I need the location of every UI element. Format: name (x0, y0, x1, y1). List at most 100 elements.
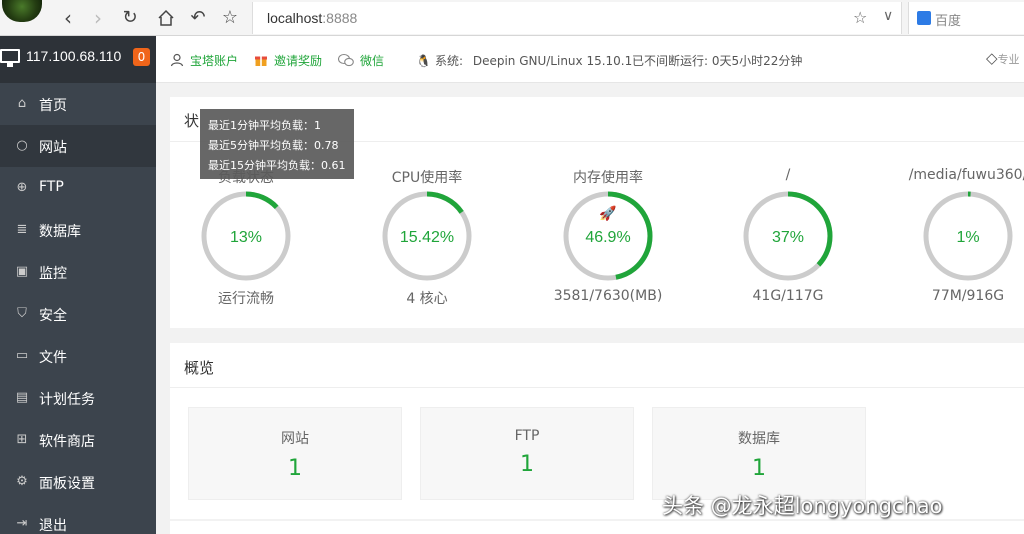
gauge-title: CPU使用率 (391, 170, 463, 186)
gauge-value: 15.42% (400, 229, 454, 246)
forward-icon[interactable]: › (86, 6, 110, 30)
overview-title: 概览 (184, 359, 215, 377)
sidebar-item-monitor[interactable]: ▣ 监控 (0, 251, 156, 293)
sidebar-item-label: 数据库 (39, 224, 81, 240)
logout-icon: ⇥ (16, 516, 28, 531)
gauge-value: 13% (230, 229, 262, 246)
back-icon[interactable]: ‹ (56, 6, 80, 30)
sidebar-item-label: 安全 (39, 308, 67, 324)
apps-icon: ⊞ (16, 432, 28, 447)
ftp-icon: ⊕ (16, 180, 28, 195)
sidebar-item-database[interactable]: ≣ 数据库 (0, 209, 156, 251)
bookmark-star-icon[interactable]: ☆ (218, 6, 242, 30)
sidebar-item-cron[interactable]: ▤ 计划任务 (0, 377, 156, 419)
gauge-value: 46.9% (585, 229, 630, 246)
gauge-title: / (785, 167, 791, 183)
gauge-footer: 4 核心 (406, 291, 448, 307)
gauge-title: /media/fuwu360/ (908, 167, 1024, 183)
watermark: 头条 @龙永超longyongchao (662, 494, 943, 518)
gauge-ring: 13% (201, 191, 291, 281)
wechat-link[interactable]: 微信 (338, 52, 384, 69)
reload-icon[interactable]: ↻ (118, 6, 142, 30)
linux-icon: 🐧 (416, 54, 431, 68)
overview-header: 概览 (170, 343, 1024, 388)
gear-icon: ⚙ (16, 474, 28, 489)
database-icon: ≣ (16, 222, 28, 237)
overview-label: 网站 (281, 431, 309, 447)
overview-count: 1 (520, 452, 534, 477)
search-engine-label: 百度 (935, 14, 962, 29)
chevron-down-icon[interactable]: ∨ (883, 8, 893, 24)
sidebar-item-label: 网站 (39, 140, 67, 156)
sidebar-item-store[interactable]: ⊞ 软件商店 (0, 419, 156, 461)
address-bar[interactable]: localhost:8888 ☆ ∨ (252, 2, 902, 34)
star-icon[interactable]: ☆ (853, 8, 867, 27)
gauge-value: 37% (772, 229, 804, 246)
sidebar-item-label: 计划任务 (39, 392, 95, 408)
overview-count: 1 (288, 456, 302, 481)
gauge-ring: 🚀 46.9% (563, 191, 653, 281)
pro-link[interactable]: ◇专业 (986, 49, 1020, 67)
home-icon: ⌂ (17, 96, 27, 111)
server-ip: 117.100.68.110 (26, 48, 122, 64)
sidebar-item-home[interactable]: ⌂ 首页 (0, 83, 156, 125)
system-info: 🐧 系统: Deepin GNU/Linux 15.10.1 (416, 52, 632, 69)
uptime: 已不间断运行: 0天5小时22分钟 (632, 54, 803, 68)
gauge-footer: 3581/7630(MB) (553, 288, 663, 304)
account-label: 宝塔账户 (190, 54, 239, 68)
load-tooltip: 最近1分钟平均负载：1 最近5分钟平均负载：0.78 最近15分钟平均负载：0.… (200, 109, 354, 179)
folder-icon: ▭ (15, 348, 29, 363)
url-port: :8888 (322, 10, 358, 26)
gauge-ring: 37% (743, 191, 833, 281)
account-link[interactable]: 宝塔账户 (170, 52, 238, 69)
gauge-value: 1% (956, 229, 979, 246)
sidebar-item-ftp[interactable]: ⊕ FTP (0, 167, 156, 209)
overview-count: 1 (752, 456, 766, 481)
invite-label: 邀请奖励 (274, 54, 323, 68)
home-icon[interactable] (154, 6, 178, 30)
sidebar-item-website[interactable]: ○ 网站 (0, 125, 156, 167)
sidebar-item-label: 面板设置 (39, 476, 95, 492)
overview-ftp[interactable]: FTP 1 (420, 407, 634, 500)
sidebar-item-settings[interactable]: ⚙ 面板设置 (0, 461, 156, 503)
system-label: 系统: (434, 54, 463, 68)
gauge-title: 内存使用率 (573, 170, 643, 186)
globe-icon: ○ (16, 138, 28, 153)
overview-label: FTP (514, 428, 540, 444)
wechat-label: 微信 (360, 54, 385, 68)
overview-website[interactable]: 网站 1 (188, 407, 402, 500)
overview-label: 数据库 (738, 431, 780, 447)
computer-icon (0, 49, 20, 67)
baidu-icon (917, 11, 931, 25)
search-box[interactable]: 百度 (908, 2, 1024, 34)
tooltip-line: 最近1分钟平均负载：1 (208, 119, 321, 132)
gauge-footer: 41G/117G (752, 288, 824, 304)
url-host: localhost (267, 10, 323, 26)
top-info-bar: 宝塔账户 邀请奖励 微信 🐧 系统: Deepin GNU/Linux 15.10… (156, 36, 1024, 83)
undo-icon[interactable]: ↶ (186, 6, 210, 30)
sidebar-item-label: 文件 (39, 350, 67, 366)
next-card-edge (170, 521, 1024, 534)
rocket-icon: 🚀 (599, 205, 617, 222)
sidebar-item-label: 退出 (39, 518, 67, 534)
gauge-footer: 77M/916G (931, 288, 1005, 304)
gauge-3: / 37% 41G/117G (708, 167, 868, 304)
tooltip-line: 最近5分钟平均负载：0.78 (208, 139, 339, 152)
system-value: Deepin GNU/Linux 15.10.1 (472, 54, 633, 68)
sidebar: 117.100.68.110 0 ⌂ 首页 ○ 网站 ⊕ FTP ≣ 数据库 ▣… (0, 36, 156, 534)
gauge-1: CPU使用率 15.42% 4 核心 (347, 167, 507, 308)
gauge-2: 内存使用率 🚀 46.9% 3581/7630(MB) (528, 167, 688, 304)
browser-toolbar: ‹ › ↻ ↶ ☆ localhost:8888 ☆ ∨ 百度 (0, 0, 1024, 36)
overview-database[interactable]: 数据库 1 (652, 407, 866, 500)
sidebar-item-files[interactable]: ▭ 文件 (0, 335, 156, 377)
user-icon (170, 53, 184, 67)
sidebar-item-label: FTP (39, 179, 64, 195)
sidebar-item-logout[interactable]: ⇥ 退出 (0, 503, 156, 534)
sidebar-item-label: 监控 (39, 266, 67, 282)
gauge-0: 负载状态13%运行流畅 (166, 167, 326, 308)
notification-badge[interactable]: 0 (133, 48, 150, 66)
gauge-4: /media/fuwu360/1% 77M/916G (888, 167, 1024, 304)
invite-link[interactable]: 邀请奖励 (254, 52, 322, 69)
pro-label: 专业 (997, 53, 1020, 66)
sidebar-item-security[interactable]: ⛉ 安全 (0, 293, 156, 335)
